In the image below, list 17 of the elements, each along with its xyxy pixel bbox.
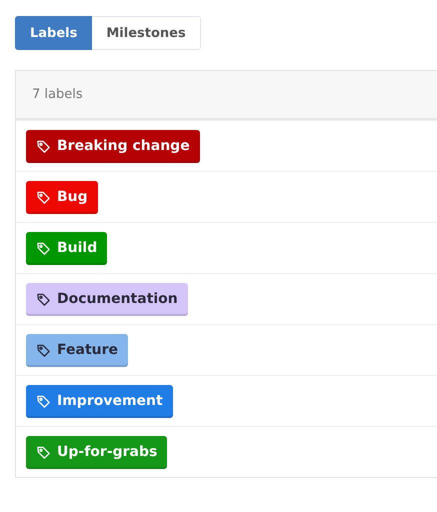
tag-icon: [36, 292, 51, 306]
label-tag[interactable]: Breaking change: [26, 130, 200, 162]
tag-icon: [36, 444, 51, 460]
label-tag[interactable]: Feature: [26, 334, 128, 366]
tag-icon: [36, 394, 51, 408]
label-tag[interactable]: Build: [26, 232, 108, 264]
tab[interactable]: Labels: [15, 16, 92, 50]
tag-icon: [36, 190, 51, 204]
label-count: 7 labels: [32, 87, 83, 102]
label-tag[interactable]: Up-for-grabs: [26, 436, 168, 468]
tab[interactable]: Milestones: [92, 16, 201, 50]
label-tag[interactable]: Documentation: [26, 282, 188, 316]
label-tag[interactable]: Improvement: [26, 384, 173, 418]
tag-icon: [36, 240, 51, 256]
tag-icon: [36, 138, 51, 154]
tag-icon: [36, 342, 51, 358]
label-tag[interactable]: Bug: [26, 180, 98, 214]
